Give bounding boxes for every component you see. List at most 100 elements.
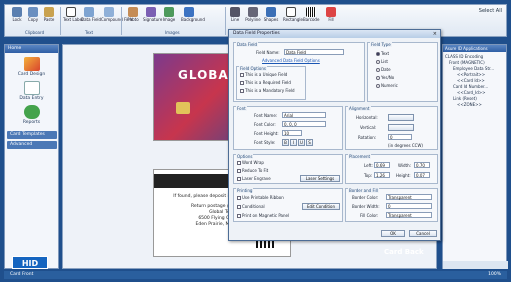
- rectangle-button[interactable]: Rectangle: [283, 7, 303, 22]
- rotation-input[interactable]: 0: [388, 134, 412, 140]
- close-icon[interactable]: ×: [433, 31, 437, 37]
- checkbox[interactable]: [237, 177, 241, 181]
- checkbox[interactable]: [240, 81, 244, 85]
- data-field-properties-dialog: Data Field Properties × Data Field Field…: [228, 29, 441, 241]
- application-window: Lock Copy Paste Text Label Data Field Co…: [0, 0, 511, 282]
- photo-button[interactable]: Photo: [125, 7, 141, 22]
- status-bar: Card Front 100%: [4, 271, 507, 279]
- advanced-button[interactable]: Advanced: [7, 141, 57, 149]
- checkbox[interactable]: [240, 89, 244, 93]
- type-numeric[interactable]: Numeric: [376, 83, 398, 88]
- type-date[interactable]: Date: [376, 67, 391, 72]
- polyline-button[interactable]: Polyline: [245, 7, 261, 22]
- font-style-label: Font Style:: [254, 140, 276, 145]
- printing-legend: Printing: [236, 188, 254, 193]
- left-input[interactable]: 0.69: [374, 162, 390, 168]
- placement-group: Placement Left: 0.69 Width: 0.70 Top: 1.…: [345, 154, 438, 184]
- group-label: Images: [165, 30, 180, 35]
- select-all-button[interactable]: Select All: [479, 8, 502, 14]
- conditional-option[interactable]: Conditional: [237, 204, 265, 209]
- checkbox[interactable]: [237, 196, 241, 200]
- type-yes-no[interactable]: Yes/No: [376, 75, 394, 80]
- nav-reports[interactable]: Reports: [5, 105, 58, 125]
- strikeout-button[interactable]: S: [306, 139, 313, 146]
- radio[interactable]: [376, 52, 380, 56]
- field-options-legend: Field Options: [239, 66, 267, 71]
- italic-button[interactable]: I: [290, 139, 297, 146]
- width-label: Width:: [398, 163, 411, 168]
- fill-color-select[interactable]: Transparent: [386, 212, 432, 218]
- tree-item[interactable]: <<ZONE>>: [445, 102, 504, 108]
- signature-button[interactable]: Signature: [143, 7, 162, 22]
- type-list[interactable]: List: [376, 59, 388, 64]
- cancel-button[interactable]: Cancel: [409, 230, 437, 237]
- checkbox[interactable]: [237, 169, 241, 173]
- checkbox[interactable]: [237, 161, 241, 165]
- vertical-align-buttons[interactable]: [388, 124, 414, 131]
- nav-card-design[interactable]: Card Design: [5, 57, 58, 77]
- copy-button[interactable]: Copy: [25, 7, 41, 22]
- rotation-label: Rotation:: [358, 135, 377, 140]
- radio[interactable]: [376, 84, 380, 88]
- card-templates-button[interactable]: Card Templates: [7, 131, 57, 139]
- lock-icon: [12, 7, 22, 17]
- font-color-select[interactable]: 0, 0, 0: [282, 121, 326, 127]
- height-input[interactable]: 0.07: [414, 172, 430, 178]
- option-unique[interactable]: This is a Unique Field: [240, 72, 287, 77]
- radio[interactable]: [376, 68, 380, 72]
- border-fill-legend: Border and Fill: [348, 188, 379, 193]
- left-navigation-panel: Home Card Design Data Entry Reports Card…: [4, 44, 59, 269]
- printable-ribbon-option[interactable]: Use Printable Ribbon: [237, 195, 284, 200]
- data-field-group: Data Field Field Name: Data Field Advanc…: [233, 42, 365, 102]
- font-height-input[interactable]: 10: [282, 130, 302, 136]
- text-label-button[interactable]: Text Label: [63, 7, 83, 22]
- magnetic-panel-option[interactable]: Print on Magnetic Panel: [237, 213, 289, 218]
- fill-button[interactable]: Fill: [323, 7, 339, 22]
- radio[interactable]: [376, 76, 380, 80]
- background-button[interactable]: Background: [181, 7, 205, 22]
- checkbox[interactable]: [237, 205, 241, 209]
- option-label: This is a Unique Field: [245, 72, 288, 77]
- underline-button[interactable]: U: [298, 139, 305, 146]
- compound-field-button[interactable]: Compound Field: [101, 7, 133, 22]
- radio[interactable]: [376, 60, 380, 64]
- top-input[interactable]: 1.26: [374, 172, 390, 178]
- ok-button[interactable]: OK: [381, 230, 405, 237]
- reduce-to-fit-option[interactable]: Reduce To Fit: [237, 168, 268, 173]
- zoom-level[interactable]: 100%: [488, 272, 501, 277]
- card-design-icon: [23, 57, 40, 71]
- compound-field-icon: [104, 7, 114, 17]
- border-color-select[interactable]: Transparent: [386, 194, 432, 200]
- line-button[interactable]: Line: [227, 7, 243, 22]
- width-input[interactable]: 0.70: [414, 162, 430, 168]
- option-mandatory[interactable]: This is a Mandatory Field: [240, 88, 295, 93]
- laser-engrave-option[interactable]: Laser Engrave: [237, 176, 271, 181]
- paste-icon: [44, 7, 54, 17]
- edit-condition-button[interactable]: Edit Condition: [302, 203, 340, 210]
- data-field-button[interactable]: Data Field: [81, 7, 101, 22]
- option-required[interactable]: This is a Required Field: [240, 80, 291, 85]
- background-icon: [184, 7, 194, 17]
- status-left: Card Front: [10, 272, 34, 277]
- laser-settings-button[interactable]: Laser Settings: [300, 175, 340, 182]
- font-name-select[interactable]: Arial: [282, 112, 326, 118]
- lock-button[interactable]: Lock: [9, 7, 25, 22]
- type-text[interactable]: Text: [376, 51, 389, 56]
- nav-data-entry[interactable]: Data Entry: [5, 81, 58, 101]
- field-name-input[interactable]: Data Field: [284, 49, 344, 55]
- shapes-button[interactable]: Shapes: [263, 7, 279, 22]
- barcode-button[interactable]: Barcode: [303, 7, 319, 22]
- paste-button[interactable]: Paste: [41, 7, 57, 22]
- checkbox[interactable]: [237, 214, 241, 218]
- checkbox[interactable]: [240, 73, 244, 77]
- font-group: Font Font Name: Arial Font Color: 0, 0, …: [233, 106, 343, 150]
- option-label: Print on Magnetic Panel: [242, 213, 290, 218]
- border-width-select[interactable]: 0: [386, 203, 432, 209]
- advanced-options-link[interactable]: Advanced Data Field Options: [262, 58, 320, 63]
- horizontal-align-buttons[interactable]: [388, 114, 414, 121]
- image-button[interactable]: Image: [161, 7, 177, 22]
- bold-button[interactable]: B: [282, 139, 289, 146]
- type-label: Yes/No: [381, 75, 395, 80]
- word-wrap-option[interactable]: Word Wrap: [237, 160, 264, 165]
- option-label: Use Printable Ribbon: [242, 195, 284, 200]
